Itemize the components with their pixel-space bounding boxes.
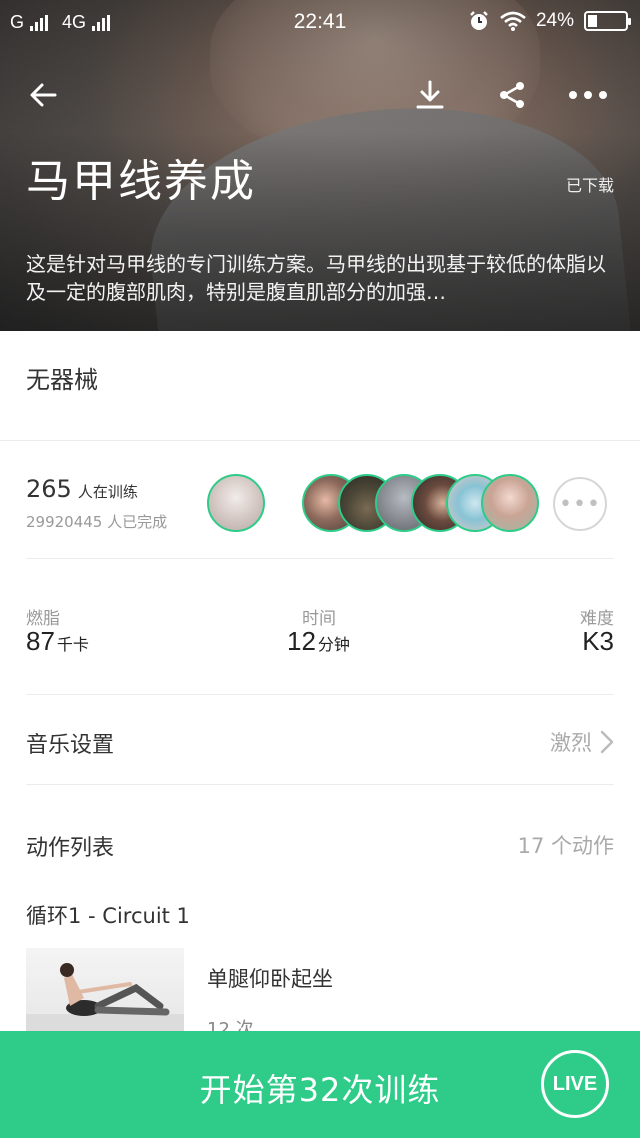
exercise-name: 单腿仰卧起坐: [207, 967, 333, 991]
live-button[interactable]: LIVE: [541, 1050, 609, 1118]
training-count: 265 人在训练: [26, 475, 138, 503]
equipment-label: 无器械: [26, 366, 98, 394]
avatar[interactable]: [481, 474, 539, 532]
more-participants-button[interactable]: •••: [553, 477, 607, 531]
plan-description[interactable]: 这是针对马甲线的专门训练方案。马甲线的出现基于较低的体脂以及一定的腹部肌肉，特别…: [26, 250, 616, 306]
share-button[interactable]: [487, 70, 537, 120]
downloaded-label: 已下载: [565, 176, 614, 195]
training-count-unit: 人在训练: [77, 483, 138, 501]
share-icon: [500, 82, 524, 108]
download-button[interactable]: [405, 70, 455, 120]
time-unit: 分钟: [317, 635, 350, 654]
action-list-label: 动作列表: [26, 836, 115, 861]
time-number: 12: [287, 626, 316, 656]
circuit-title: 循环1 - Circuit 1: [26, 904, 190, 928]
burn-value: 87 千卡: [26, 626, 89, 657]
alarm-icon: [470, 11, 488, 30]
battery-icon: [584, 11, 631, 31]
training-count-number: 265: [26, 475, 72, 503]
download-icon: [416, 80, 444, 109]
action-count: 17 个动作: [517, 834, 614, 858]
live-label: LIVE: [552, 1072, 598, 1095]
time-value: 12 分钟: [287, 626, 350, 657]
more-button[interactable]: [563, 70, 613, 120]
avatar[interactable]: [207, 474, 265, 532]
wifi-icon: [500, 11, 526, 31]
chevron-right-icon: [600, 730, 614, 754]
music-settings-label: 音乐设置: [26, 733, 115, 758]
arrow-left-icon: [30, 83, 57, 107]
difficulty-value: K3: [582, 626, 614, 657]
top-navigation: [0, 70, 640, 120]
difficulty-number: K3: [582, 626, 614, 656]
back-button[interactable]: [18, 70, 68, 120]
plan-title: 马甲线养成: [26, 156, 256, 207]
burn-number: 87: [26, 626, 55, 656]
more-dots-icon: •••: [559, 491, 601, 517]
completed-count: 29920445 人已完成: [26, 513, 168, 531]
status-bar: G 4G 22:41 24%: [0, 0, 640, 44]
music-style-value: 激烈: [550, 731, 592, 755]
burn-unit: 千卡: [56, 635, 89, 654]
more-dots-icon: [569, 91, 607, 99]
battery-percent: 24%: [535, 10, 574, 31]
exercise-thumbnail: [26, 948, 184, 1036]
